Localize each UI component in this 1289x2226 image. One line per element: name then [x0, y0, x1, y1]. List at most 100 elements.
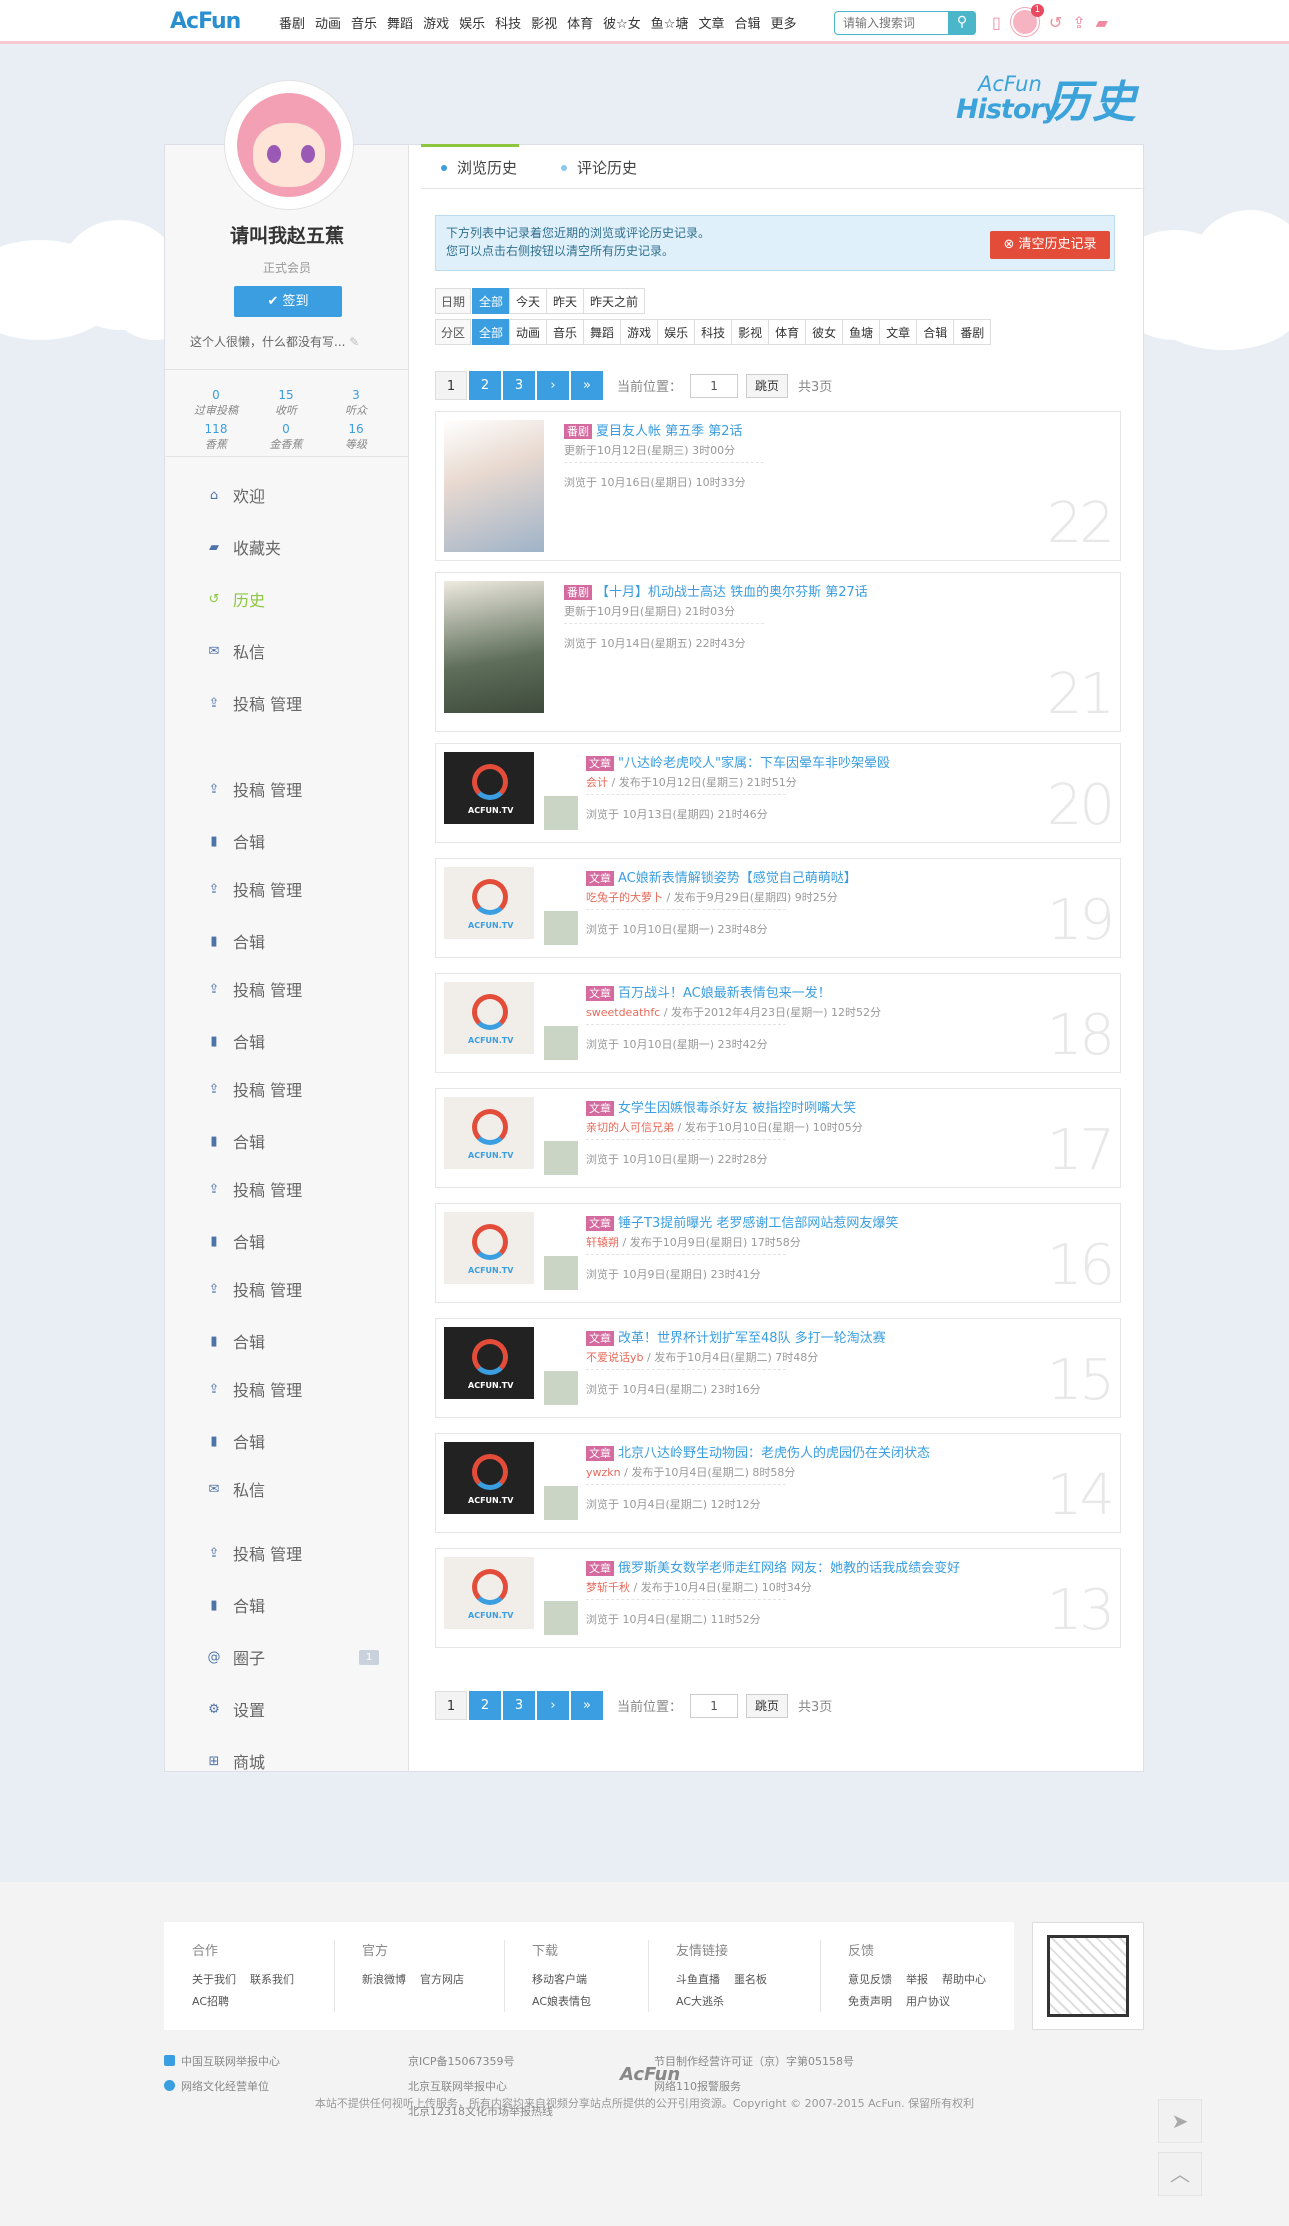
item-title[interactable]: 文章 百万战斗！AC娘最新表情包来一发！	[586, 982, 831, 1001]
item-thumbnail[interactable]	[444, 420, 544, 552]
sidebar-item-1[interactable]: ▰ 收藏夹	[205, 535, 281, 559]
nav-item-5[interactable]: 娱乐	[454, 13, 490, 32]
footer-link[interactable]: 意见反馈	[848, 1973, 892, 1986]
uploader-avatar[interactable]	[542, 1484, 580, 1522]
stat-value[interactable]: 16	[321, 422, 391, 436]
filter-option[interactable]: 彼女	[805, 319, 844, 345]
search-input[interactable]	[835, 12, 945, 34]
site-logo[interactable]: AcFun	[170, 9, 241, 34]
sidebar-item-19[interactable]: ✉ 私信	[205, 1477, 265, 1501]
nav-item-0[interactable]: 番剧	[274, 13, 310, 32]
footer-link[interactable]: AC大逃杀	[676, 1995, 724, 2008]
sidebar-item-17[interactable]: ⇪ 投稿 管理	[205, 1377, 303, 1401]
filter-option[interactable]: 番剧	[953, 319, 992, 345]
uploader-avatar[interactable]	[542, 1369, 580, 1407]
footer-link[interactable]: 新浪微博	[362, 1973, 406, 1986]
sidebar-item-10[interactable]: ▮ 合辑	[205, 1029, 265, 1053]
page-button[interactable]: 2	[469, 371, 501, 400]
footer-link-bj-report[interactable]: 北京互联网举报中心	[408, 2078, 507, 2094]
filter-option[interactable]: 合辑	[916, 319, 955, 345]
user-avatar[interactable]: 1	[1010, 4, 1044, 36]
page-input[interactable]	[690, 1693, 739, 1718]
page-button[interactable]: 3	[503, 1691, 535, 1720]
page-button[interactable]: »	[571, 1691, 603, 1720]
footer-link[interactable]: 噩名板	[734, 1973, 767, 1986]
tab-browse-history[interactable]: 浏览历史	[441, 157, 517, 178]
filter-option[interactable]: 体育	[768, 319, 807, 345]
filter-option[interactable]: 科技	[694, 319, 733, 345]
item-title[interactable]: 番剧 夏目友人帐 第五季 第2话	[564, 420, 743, 439]
filter-option[interactable]: 影视	[731, 319, 770, 345]
sidebar-item-3[interactable]: ✉ 私信	[205, 639, 265, 663]
filter-option[interactable]: 动画	[509, 319, 548, 345]
footer-link-icp[interactable]: 京ICP备15067359号	[408, 2053, 515, 2069]
filter-option[interactable]: 娱乐	[657, 319, 696, 345]
uploader-avatar[interactable]	[542, 1599, 580, 1637]
item-thumbnail[interactable]: ACFUN.TV	[444, 1557, 580, 1637]
filter-option[interactable]: 游戏	[620, 319, 659, 345]
history-icon[interactable]: ↺	[1049, 13, 1062, 32]
sidebar-item-21[interactable]: ▮ 合辑	[205, 1593, 265, 1617]
sidebar-item-13[interactable]: ⇪ 投稿 管理	[205, 1177, 303, 1201]
footer-link-report-center[interactable]: 中国互联网举报中心	[164, 2053, 280, 2069]
page-input[interactable]	[690, 373, 739, 398]
nav-item-10[interactable]: 鱼☆塘	[646, 13, 694, 32]
footer-link[interactable]: 关于我们	[192, 1973, 236, 1986]
uploader-avatar[interactable]	[542, 1139, 580, 1177]
footer-link[interactable]: 帮助中心	[942, 1973, 986, 1986]
page-button[interactable]: ›	[537, 1691, 569, 1720]
item-title[interactable]: 番剧 【十月】机动战士高达 铁血的奥尔芬斯 第27话	[564, 581, 868, 600]
nav-item-4[interactable]: 游戏	[418, 13, 454, 32]
clear-history-button[interactable]: ⊗ 清空历史记录	[990, 231, 1110, 259]
nav-item-8[interactable]: 体育	[562, 13, 598, 32]
item-author[interactable]: 轩辕朔	[586, 1236, 619, 1249]
item-author[interactable]: 吃兔子的大萝卜	[586, 891, 663, 904]
sidebar-item-22[interactable]: @ 圈子 1	[205, 1645, 379, 1669]
filter-option[interactable]: 全部	[472, 319, 511, 345]
mobile-icon[interactable]: ▯	[992, 13, 1001, 32]
stat-value[interactable]: 0	[181, 388, 251, 402]
item-author[interactable]: sweetdeathfc	[586, 1006, 660, 1019]
item-author[interactable]: 不爱说话yb	[586, 1351, 644, 1364]
back-to-top-button[interactable]: ︿	[1158, 2152, 1202, 2196]
sidebar-item-5[interactable]: ⇪ 投稿 管理	[205, 777, 303, 801]
uploader-avatar[interactable]	[542, 1254, 580, 1292]
page-button[interactable]: 3	[503, 371, 535, 400]
item-author[interactable]: 梦斩千秋	[586, 1581, 630, 1594]
footer-link[interactable]: 移动客户端	[532, 1973, 587, 1986]
sidebar-item-2[interactable]: ↺ 历史	[205, 587, 265, 611]
sidebar-item-24[interactable]: ⊞ 商城	[205, 1749, 265, 1773]
nav-item-12[interactable]: 合辑	[729, 13, 765, 32]
stat-value[interactable]: 118	[181, 422, 251, 436]
search-button[interactable]: ⚲	[948, 11, 976, 35]
sidebar-item-6[interactable]: ▮ 合辑	[205, 829, 265, 853]
nav-item-13[interactable]: 更多	[765, 13, 801, 32]
footer-link[interactable]: 斗鱼直播	[676, 1973, 720, 1986]
uploader-avatar[interactable]	[542, 1024, 580, 1062]
upload-icon[interactable]: ⇪	[1072, 13, 1085, 32]
uploader-avatar[interactable]	[542, 909, 580, 947]
stat-value[interactable]: 0	[251, 422, 321, 436]
sidebar-item-16[interactable]: ▮ 合辑	[205, 1329, 265, 1353]
filter-option[interactable]: 昨天之前	[583, 288, 646, 314]
tab-comment-history[interactable]: 评论历史	[561, 157, 637, 178]
nav-item-1[interactable]: 动画	[310, 13, 346, 32]
checkin-button[interactable]: ✔ 签到	[234, 286, 342, 317]
item-author[interactable]: 亲切的人可信兄弟	[586, 1121, 674, 1134]
nav-item-11[interactable]: 文章	[693, 13, 729, 32]
nav-item-9[interactable]: 彼☆女	[598, 13, 646, 32]
page-button[interactable]: 2	[469, 1691, 501, 1720]
item-thumbnail[interactable]: ACFUN.TV	[444, 982, 580, 1062]
item-author[interactable]: ywzkn	[586, 1466, 621, 1479]
filter-option[interactable]: 鱼塘	[842, 319, 881, 345]
filter-option[interactable]: 舞蹈	[583, 319, 622, 345]
filter-option[interactable]: 全部	[472, 288, 511, 314]
filter-option[interactable]: 今天	[509, 288, 548, 314]
item-title[interactable]: 文章 AC娘新表情解锁姿势【感觉自己萌萌哒】	[586, 867, 857, 886]
item-thumbnail[interactable]: ACFUN.TV	[444, 1097, 580, 1177]
nav-item-7[interactable]: 影视	[526, 13, 562, 32]
page-go-button[interactable]: 跳页	[746, 373, 789, 398]
item-title[interactable]: 文章 女学生因嫉恨毒杀好友 被指控时咧嘴大笑	[586, 1097, 856, 1116]
item-title[interactable]: 文章 "八达岭老虎咬人"家属：下车因晕车非吵架晕殴	[586, 752, 890, 771]
item-thumbnail[interactable]: ACFUN.TV	[444, 1212, 580, 1292]
